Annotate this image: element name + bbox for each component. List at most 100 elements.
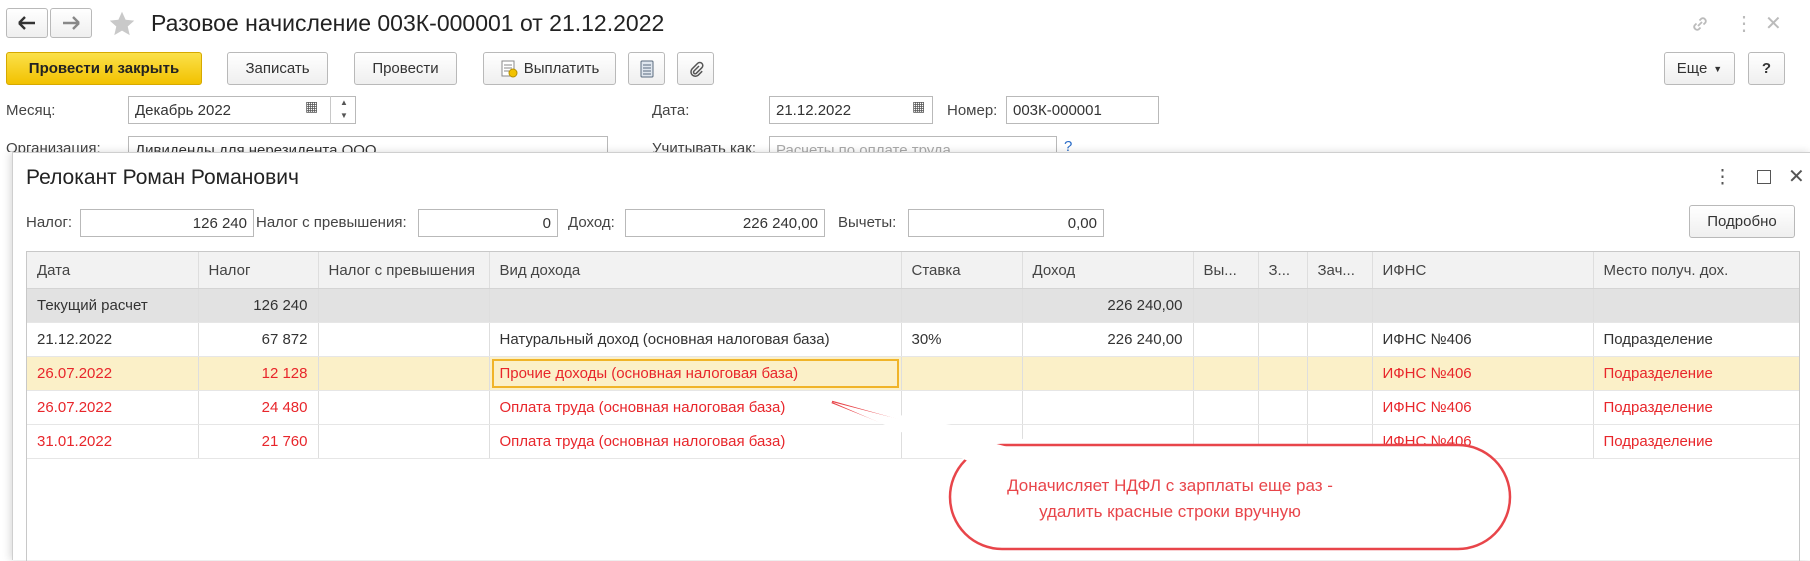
date-value: 21.12.2022 [776, 101, 852, 119]
income-field[interactable]: 226 240,00 [625, 209, 825, 237]
paperclip-icon [689, 61, 704, 77]
row-c8 [1258, 356, 1308, 391]
group-cell-empty [1307, 288, 1373, 323]
back-button[interactable] [6, 8, 48, 38]
row-place: Подразделение [1593, 390, 1799, 425]
tax-value: 126 240 [192, 214, 247, 232]
number-value: 003К-000001 [1013, 101, 1102, 119]
dialog-close-icon[interactable]: ✕ [1788, 164, 1805, 189]
row-date: 26.07.2022 [27, 390, 199, 425]
save-button[interactable]: Записать [227, 52, 328, 85]
dialog-title: Релокант Роман Романович [26, 166, 299, 189]
calculator-icon [640, 60, 653, 77]
month-stepper[interactable]: ▲ ▼ [330, 96, 357, 124]
annotation-line-1: Доначисляет НДФЛ с зарплаты еще раз - [1007, 476, 1333, 495]
col-z[interactable]: З... [1258, 252, 1308, 289]
table-group-row[interactable]: Текущий расчет 126 240 226 240,00 [27, 288, 1799, 323]
link-icon[interactable] [1690, 14, 1710, 34]
group-cell-empty [901, 288, 1023, 323]
income-label: Доход: [568, 214, 615, 231]
month-field[interactable]: Декабрь 2022 [128, 96, 356, 124]
table-row[interactable]: 26.07.2022 12 128 Прочие доходы (основна… [27, 356, 1799, 391]
dropdown-arrow-icon: ▼ [1713, 63, 1723, 74]
pay-button[interactable]: Выплатить [483, 52, 616, 85]
row-c8 [1258, 322, 1308, 357]
col-income-type[interactable]: Вид дохода [489, 252, 902, 289]
tax-field[interactable]: 126 240 [80, 209, 254, 237]
income-value: 226 240,00 [742, 214, 818, 232]
row-excess [318, 356, 490, 391]
row-c9 [1307, 322, 1373, 357]
star-icon[interactable] [108, 10, 136, 38]
month-label: Месяц: [6, 102, 56, 119]
excess-tax-field[interactable]: 0 [418, 209, 558, 237]
deductions-field[interactable]: 0,00 [908, 209, 1104, 237]
row-date: 26.07.2022 [27, 356, 199, 391]
col-rate[interactable]: Ставка [901, 252, 1023, 289]
date-calendar-icon[interactable]: ▦ [912, 98, 925, 115]
row-ifns: ИФНС №406 [1372, 356, 1594, 391]
window-close-icon[interactable]: ✕ [1765, 11, 1782, 36]
row-tax: 67 872 [198, 322, 319, 357]
row-c7 [1193, 322, 1259, 357]
details-button[interactable]: Подробно [1689, 205, 1795, 238]
window-menu-icon[interactable]: ⋮ [1734, 11, 1754, 36]
payment-document-icon [501, 60, 518, 77]
deductions-label: Вычеты: [838, 214, 897, 231]
pay-button-label: Выплатить [523, 60, 600, 77]
group-cell-empty [1258, 288, 1308, 323]
row-tax: 21 760 [198, 424, 319, 459]
group-income: 226 240,00 [1022, 288, 1194, 323]
tax-label: Налог: [26, 214, 73, 231]
number-field[interactable]: 003К-000001 [1006, 96, 1159, 124]
excess-tax-value: 0 [542, 214, 551, 232]
col-tax[interactable]: Налог [198, 252, 319, 289]
calculator-button[interactable] [628, 52, 665, 85]
table-header-row: Дата Налог Налог с превышения Вид дохода… [27, 252, 1799, 289]
row-income-type[interactable]: Прочие доходы (основная налоговая база) [489, 356, 902, 391]
row-excess [318, 322, 490, 357]
document-title: Разовое начисление 003К-000001 от 21.12.… [151, 10, 665, 36]
row-income [1022, 356, 1194, 391]
row-rate: 30% [901, 322, 1023, 357]
arrow-right-icon [63, 16, 80, 30]
col-zach[interactable]: Зач... [1307, 252, 1373, 289]
group-cell-empty [1372, 288, 1594, 323]
table-row[interactable]: 21.12.2022 67 872 Натуральный доход (осн… [27, 322, 1799, 357]
row-date: 21.12.2022 [27, 322, 199, 357]
annotation-line-2: удалить красные строки вручную [1039, 502, 1301, 521]
calendar-icon[interactable]: ▦ [305, 98, 318, 115]
col-income[interactable]: Доход [1022, 252, 1194, 289]
row-excess [318, 424, 490, 459]
excess-tax-label: Налог с превышения: [256, 214, 407, 231]
row-c9 [1307, 356, 1373, 391]
row-tax: 24 480 [198, 390, 319, 425]
deductions-value: 0,00 [1067, 214, 1097, 232]
number-label: Номер: [947, 102, 998, 119]
more-button[interactable]: Еще ▼ [1664, 52, 1735, 85]
group-cell-empty [1593, 288, 1799, 323]
help-button[interactable]: ? [1748, 52, 1785, 85]
group-cell-empty [318, 288, 490, 323]
more-button-label: Еще [1676, 60, 1708, 77]
col-date[interactable]: Дата [27, 252, 199, 289]
forward-button[interactable] [50, 8, 92, 38]
annotation-callout-text: Доначисляет НДФЛ с зарплаты еще раз - уд… [960, 473, 1380, 525]
attach-button[interactable] [677, 52, 714, 85]
col-ifns[interactable]: ИФНС [1372, 252, 1594, 289]
row-excess [318, 390, 490, 425]
row-tax: 12 128 [198, 356, 319, 391]
background-fragment [0, 152, 12, 559]
date-field[interactable]: 21.12.2022 [769, 96, 933, 124]
date-label: Дата: [652, 102, 690, 119]
dialog-menu-icon[interactable]: ⋮ [1713, 166, 1732, 189]
col-vy[interactable]: Вы... [1193, 252, 1259, 289]
col-income-place[interactable]: Место получ. дох. [1593, 252, 1799, 289]
col-excess-tax[interactable]: Налог с превышения [318, 252, 490, 289]
row-date: 31.01.2022 [27, 424, 199, 459]
group-tax: 126 240 [198, 288, 319, 323]
post-button[interactable]: Провести [354, 52, 457, 85]
dialog-maximize-icon[interactable] [1757, 170, 1771, 184]
post-and-close-button[interactable]: Провести и закрыть [6, 52, 202, 85]
row-ifns: ИФНС №406 [1372, 322, 1594, 357]
